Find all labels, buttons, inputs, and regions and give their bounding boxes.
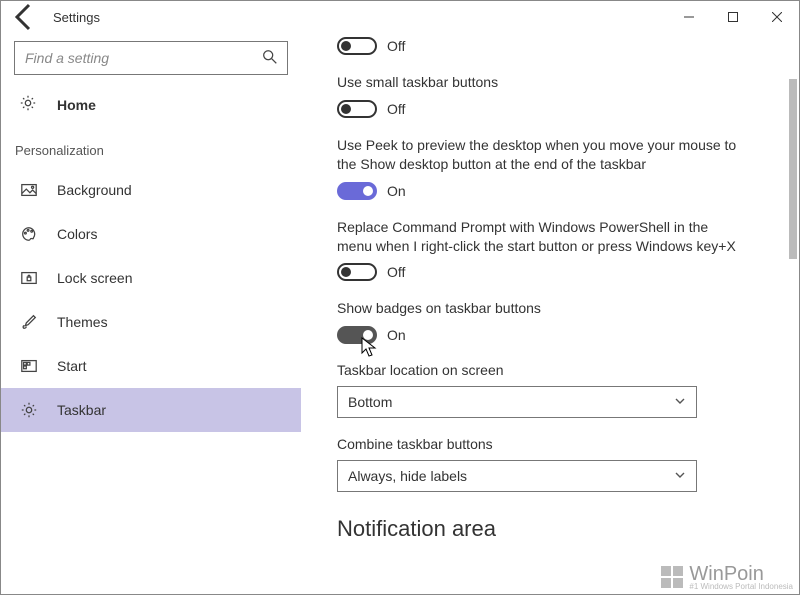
setting-combine-buttons: Combine taskbar buttons Always, hide lab…: [337, 436, 781, 492]
sidebar-item-background[interactable]: Background: [1, 168, 301, 212]
dropdown-combine-buttons[interactable]: Always, hide labels: [337, 460, 697, 492]
close-button[interactable]: [755, 1, 799, 33]
toggle-state-label: Off: [387, 101, 405, 117]
toggle-first[interactable]: [337, 37, 377, 55]
sidebar-item-lockscreen[interactable]: Lock screen: [1, 256, 301, 300]
watermark-brand: WinPoin: [689, 565, 763, 583]
lock-icon: [19, 269, 39, 287]
section-heading-notification: Notification area: [337, 516, 781, 542]
setting-first-partial: Off: [337, 37, 781, 55]
setting-label: Replace Command Prompt with Windows Powe…: [337, 218, 737, 256]
setting-label: Show badges on taskbar buttons: [337, 299, 737, 318]
toggle-state-label: On: [387, 183, 406, 199]
sidebar-item-label: Colors: [57, 226, 97, 242]
sidebar-item-label: Start: [57, 358, 87, 374]
titlebar: Settings: [1, 1, 799, 33]
sidebar-item-label: Taskbar: [57, 402, 106, 418]
toggle-powershell[interactable]: [337, 263, 377, 281]
dropdown-value: Bottom: [348, 394, 392, 410]
search-input[interactable]: [25, 50, 261, 66]
sidebar-item-start[interactable]: Start: [1, 344, 301, 388]
dropdown-taskbar-location[interactable]: Bottom: [337, 386, 697, 418]
gear-icon: [19, 401, 39, 419]
chevron-down-icon: [674, 469, 686, 484]
sidebar-item-label: Lock screen: [57, 270, 132, 286]
content-pane: Off Use small taskbar buttons Off Use Pe…: [301, 33, 799, 594]
nav-home[interactable]: Home: [1, 85, 301, 125]
toggle-peek[interactable]: [337, 182, 377, 200]
minimize-button[interactable]: [667, 1, 711, 33]
dropdown-label: Combine taskbar buttons: [337, 436, 781, 452]
sidebar-item-label: Themes: [57, 314, 108, 330]
sidebar: Home Personalization Background Colors L…: [1, 33, 301, 594]
palette-icon: [19, 225, 39, 243]
scrollbar-thumb[interactable]: [789, 79, 797, 259]
back-button[interactable]: [9, 1, 41, 33]
watermark-tagline: #1 Windows Portal Indonesia: [689, 583, 793, 590]
brush-icon: [19, 313, 39, 331]
watermark: WinPoin #1 Windows Portal Indonesia: [661, 565, 793, 590]
start-icon: [19, 357, 39, 375]
search-icon: [261, 48, 279, 69]
chevron-down-icon: [674, 395, 686, 410]
picture-icon: [19, 181, 39, 199]
dropdown-label: Taskbar location on screen: [337, 362, 781, 378]
gear-icon: [19, 94, 39, 117]
sidebar-item-colors[interactable]: Colors: [1, 212, 301, 256]
dropdown-value: Always, hide labels: [348, 468, 467, 484]
setting-taskbar-location: Taskbar location on screen Bottom: [337, 362, 781, 418]
search-box[interactable]: [14, 41, 288, 75]
toggle-badges[interactable]: [337, 326, 377, 344]
section-label: Personalization: [1, 125, 301, 168]
sidebar-item-taskbar[interactable]: Taskbar: [1, 388, 301, 432]
toggle-state-label: Off: [387, 264, 405, 280]
setting-small-buttons: Use small taskbar buttons Off: [337, 73, 781, 118]
setting-powershell: Replace Command Prompt with Windows Powe…: [337, 218, 781, 282]
sidebar-item-themes[interactable]: Themes: [1, 300, 301, 344]
toggle-small-buttons[interactable]: [337, 100, 377, 118]
toggle-state-label: On: [387, 327, 406, 343]
setting-label: Use small taskbar buttons: [337, 73, 737, 92]
setting-label: Use Peek to preview the desktop when you…: [337, 136, 737, 174]
setting-badges: Show badges on taskbar buttons On: [337, 299, 781, 344]
maximize-button[interactable]: [711, 1, 755, 33]
toggle-state-label: Off: [387, 38, 405, 54]
sidebar-item-label: Background: [57, 182, 132, 198]
nav-home-label: Home: [57, 97, 96, 113]
windows-logo-icon: [661, 566, 683, 588]
window-title: Settings: [41, 10, 100, 25]
setting-peek: Use Peek to preview the desktop when you…: [337, 136, 781, 200]
